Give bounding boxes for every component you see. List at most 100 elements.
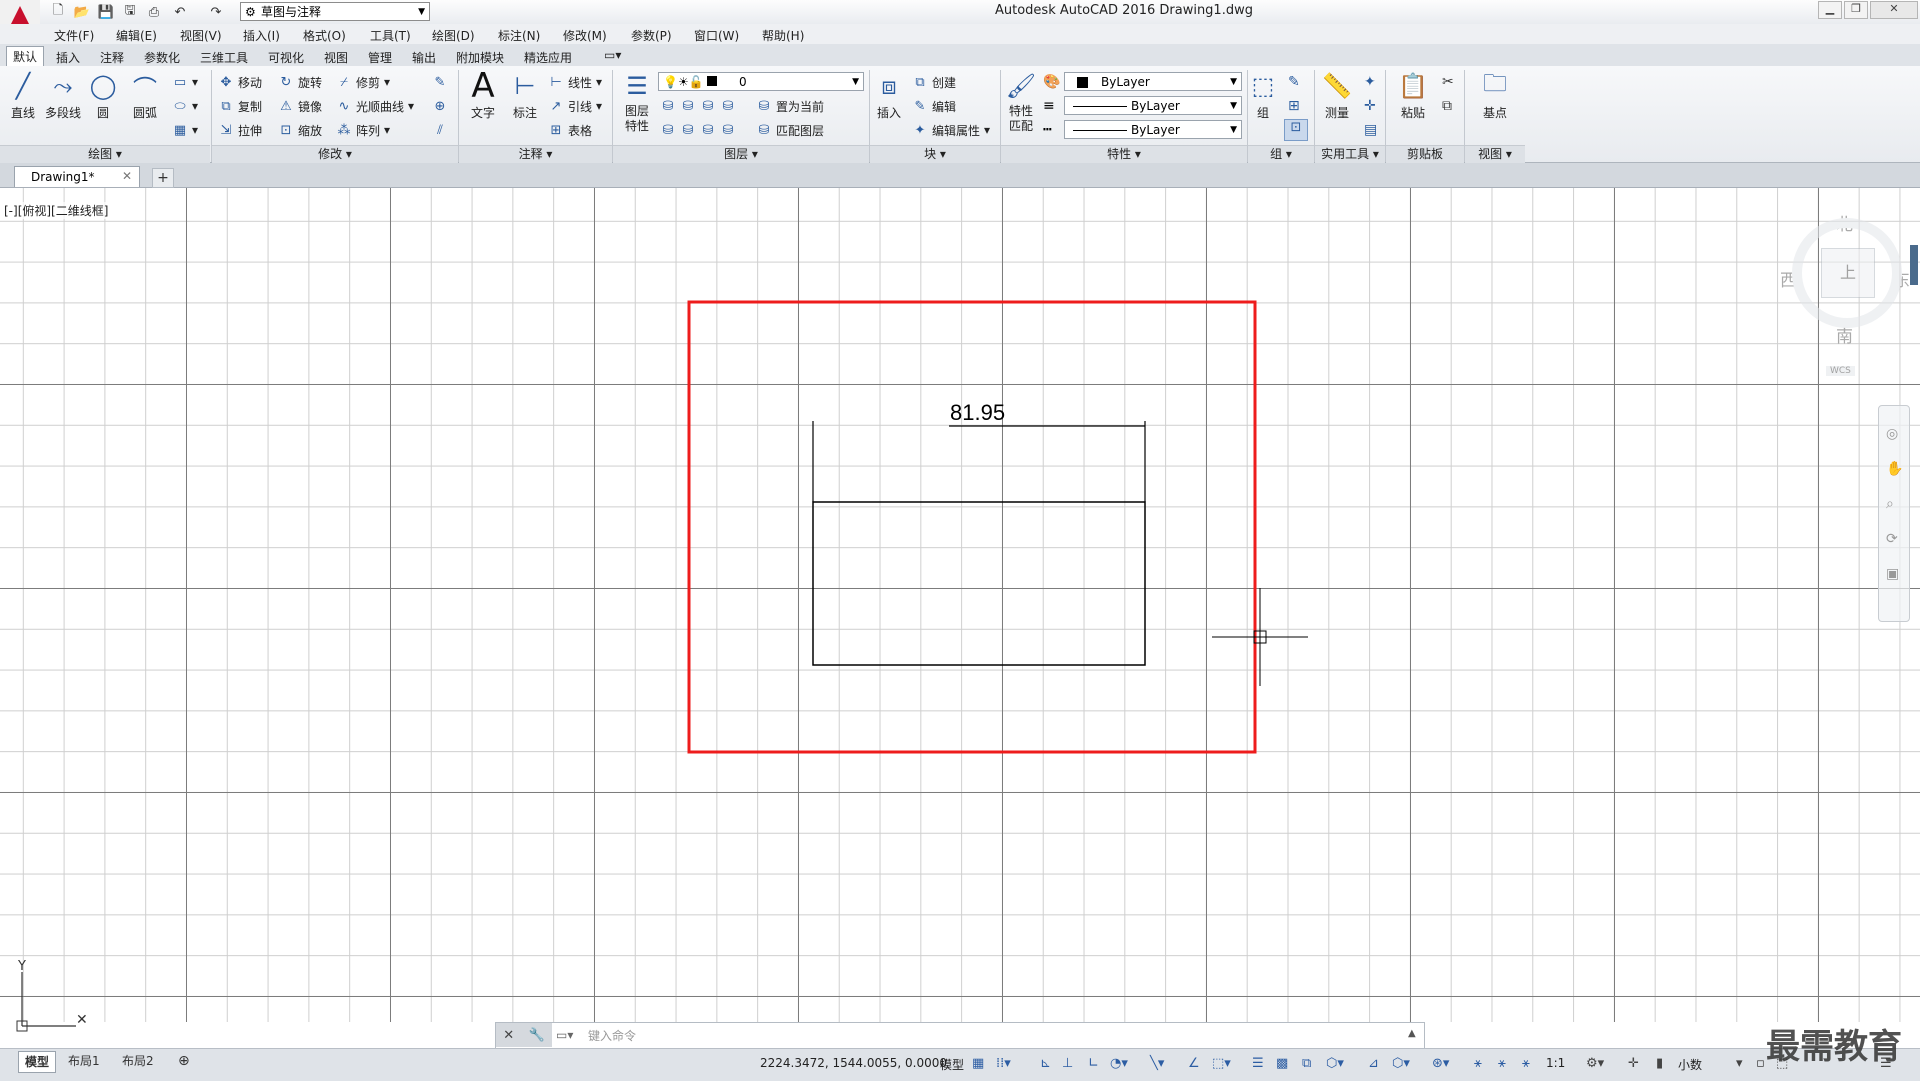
draw-panel-title[interactable]: 绘图 ▾ bbox=[0, 145, 210, 163]
annotation-scale[interactable]: 1:1 bbox=[1546, 1056, 1565, 1070]
measure-button[interactable]: 📏 测量 bbox=[1316, 70, 1358, 121]
layer-dropdown[interactable]: 💡☀🔓 0 ▼ bbox=[658, 72, 864, 91]
rectangle-button[interactable]: ▭ ▾ bbox=[172, 72, 198, 92]
layer-tools-row1[interactable]: ⛁ ⛁ ⛁ ⛁ bbox=[660, 96, 736, 116]
match-properties-button[interactable]: 🖌 特性 匹配 bbox=[1000, 70, 1042, 134]
isolate-objects-icon[interactable]: ▮ bbox=[1656, 1056, 1663, 1071]
copy-clip-icon[interactable]: ⧉ bbox=[1442, 98, 1452, 114]
text-button[interactable]: A 文字 bbox=[462, 66, 504, 121]
grid-icon[interactable]: ▦ bbox=[972, 1056, 984, 1071]
linear-button[interactable]: ⊢ 线性 ▾ bbox=[548, 72, 602, 92]
trim-button[interactable]: ⌿ 修剪 ▾ bbox=[336, 72, 390, 92]
dimension-button[interactable]: ⊢ 标注 bbox=[504, 70, 546, 121]
isodraft-icon[interactable]: ╲▾ bbox=[1150, 1056, 1164, 1071]
point-icon[interactable]: ✛ bbox=[1364, 98, 1376, 114]
steering-wheel-icon[interactable]: ◎ bbox=[1886, 426, 1898, 442]
menu-insert[interactable]: 插入(I) bbox=[243, 27, 280, 44]
command-expand-icon[interactable]: ▲ bbox=[1408, 1028, 1416, 1039]
showmotion-icon[interactable]: ▣ bbox=[1886, 566, 1899, 582]
print-icon[interactable]: ⎙ bbox=[144, 3, 164, 21]
quick-properties-icon[interactable]: ▾ bbox=[1736, 1056, 1743, 1071]
stretch-button[interactable]: ⇲ 拉伸 bbox=[218, 120, 262, 140]
menu-modify[interactable]: 修改(M) bbox=[563, 27, 607, 44]
ribbon-toggle-icon[interactable]: ▭▾ bbox=[604, 48, 621, 62]
quick-select-icon[interactable]: ✦ bbox=[1364, 74, 1376, 90]
group-selection-toggle-icon[interactable]: ⊡ bbox=[1284, 119, 1308, 141]
rotate-button[interactable]: ↻ 旋转 bbox=[278, 72, 322, 92]
menu-edit[interactable]: 编辑(E) bbox=[116, 27, 157, 44]
base-view-button[interactable]: 🗀 基点 bbox=[1474, 69, 1516, 121]
wcs-menu[interactable]: WCS bbox=[1826, 366, 1855, 376]
edit-block-button[interactable]: ✎ 编辑 bbox=[912, 96, 956, 116]
redo-icon[interactable]: ↷ bbox=[206, 3, 226, 21]
ortho-icon[interactable]: ∟ bbox=[1088, 1056, 1099, 1071]
dynamic-input-icon[interactable]: ⊥ bbox=[1062, 1056, 1073, 1071]
workspace-switch-icon[interactable]: ⚙▾ bbox=[1586, 1056, 1604, 1071]
leader-button[interactable]: ↗ 引线 ▾ bbox=[548, 96, 603, 116]
tab-addins[interactable]: 附加模块 bbox=[456, 49, 504, 66]
minimize-button[interactable]: ▁ bbox=[1818, 1, 1842, 19]
selection-cycling-icon[interactable]: ⧉ bbox=[1302, 1056, 1311, 1071]
gizmo-icon[interactable]: ⊛▾ bbox=[1432, 1056, 1449, 1071]
groups-panel-title[interactable]: 组 ▾ bbox=[1248, 145, 1314, 163]
transparency-icon[interactable]: ▩ bbox=[1276, 1056, 1288, 1071]
zoom-extents-icon[interactable]: ⌕ bbox=[1886, 496, 1894, 512]
line-button[interactable]: ╱ 直线 bbox=[2, 70, 44, 121]
snap-icon[interactable]: ⁞⁞▾ bbox=[996, 1056, 1011, 1071]
polyline-button[interactable]: ⤳ 多段线 bbox=[42, 70, 84, 121]
lineweight-dropdown[interactable]: ByLayer ▼ bbox=[1064, 120, 1242, 139]
workspace-dropdown[interactable]: ⚙ 草图与注释 ▼ bbox=[240, 2, 430, 21]
linetype-dropdown[interactable]: ByLayer ▼ bbox=[1064, 96, 1242, 115]
menu-help[interactable]: 帮助(H) bbox=[762, 27, 804, 44]
block-panel-title[interactable]: 块 ▾ bbox=[870, 145, 1000, 163]
layer-tools-row2[interactable]: ⛁ ⛁ ⛁ ⛁ bbox=[660, 120, 736, 140]
coordinate-readout[interactable]: 2224.3472, 1544.0055, 0.0000 bbox=[760, 1056, 947, 1070]
save-icon[interactable]: 💾 bbox=[96, 3, 116, 21]
tab-3d-tools[interactable]: 三维工具 bbox=[200, 49, 248, 66]
tab-manage[interactable]: 管理 bbox=[368, 49, 392, 66]
paste-button[interactable]: 📋 粘贴 bbox=[1392, 70, 1434, 121]
open-file-icon[interactable]: 📂 bbox=[72, 3, 92, 21]
save-as-icon[interactable]: 🖫 bbox=[120, 3, 140, 21]
tab-home[interactable]: 默认 bbox=[6, 46, 45, 66]
annotation-panel-title[interactable]: 注释 ▾ bbox=[459, 145, 612, 163]
group-edit-icon[interactable]: ⊞ bbox=[1288, 98, 1300, 114]
wrench-icon[interactable]: 🔧 bbox=[529, 1028, 545, 1043]
arc-button[interactable]: ⌒ 圆弧 bbox=[124, 70, 166, 121]
menu-view[interactable]: 视图(V) bbox=[180, 27, 222, 44]
command-input[interactable]: 键入命令 bbox=[588, 1027, 636, 1044]
cut-icon[interactable]: ✂ bbox=[1442, 74, 1454, 90]
offset-button[interactable]: ⫽ bbox=[432, 120, 448, 140]
selection-filter-icon[interactable]: ⬡▾ bbox=[1392, 1056, 1410, 1071]
units-readout[interactable]: 小数 bbox=[1678, 1056, 1702, 1073]
new-tab-button[interactable]: + bbox=[152, 168, 174, 188]
copy-button[interactable]: ⧉ 复制 bbox=[218, 96, 262, 116]
explode-button[interactable]: ⊕ bbox=[432, 96, 448, 116]
canvas-scrollbar[interactable] bbox=[1910, 245, 1918, 285]
fillet-button[interactable]: ∿ 光顺曲线 ▾ bbox=[336, 96, 415, 116]
hatch-button[interactable]: ▦ ▾ bbox=[172, 120, 198, 140]
menu-dimension[interactable]: 标注(N) bbox=[498, 27, 540, 44]
3d-osnap-icon[interactable]: ⬡▾ bbox=[1326, 1056, 1344, 1071]
viewcube-top-face[interactable]: 上 bbox=[1821, 248, 1875, 298]
object-snap-icon[interactable]: ⬚▾ bbox=[1212, 1056, 1231, 1071]
utilities-panel-title[interactable]: 实用工具 ▾ bbox=[1315, 145, 1385, 163]
tab-featured-apps[interactable]: 精选应用 bbox=[524, 49, 572, 66]
layout-tab-layout1[interactable]: 布局1 bbox=[62, 1051, 106, 1071]
close-command-icon[interactable]: ✕ bbox=[503, 1028, 514, 1043]
layers-panel-title[interactable]: 图层 ▾ bbox=[613, 145, 869, 163]
tab-view[interactable]: 视图 bbox=[324, 49, 348, 66]
properties-panel-title[interactable]: 特性 ▾ bbox=[1001, 145, 1247, 163]
lock-ui-icon[interactable]: ▫ bbox=[1756, 1056, 1765, 1071]
circle-button[interactable]: ◯ 圆 bbox=[82, 70, 124, 121]
new-file-icon[interactable]: 🗋 bbox=[48, 3, 68, 21]
create-block-button[interactable]: ⧉ 创建 bbox=[912, 72, 956, 92]
layout-tab-layout2[interactable]: 布局2 bbox=[116, 1051, 160, 1071]
menu-format[interactable]: 格式(O) bbox=[303, 27, 346, 44]
drawn-rectangle[interactable] bbox=[812, 501, 1146, 666]
view-panel-title[interactable]: 视图 ▾ bbox=[1465, 145, 1525, 163]
dynamic-ucs-icon[interactable]: ⊿ bbox=[1368, 1056, 1379, 1071]
table-button[interactable]: ⊞ 表格 bbox=[548, 120, 592, 140]
layer-properties-button[interactable]: ☰ 图层 特性 bbox=[616, 70, 658, 134]
annotation-monitor-icon[interactable]: ✛ bbox=[1628, 1056, 1639, 1071]
